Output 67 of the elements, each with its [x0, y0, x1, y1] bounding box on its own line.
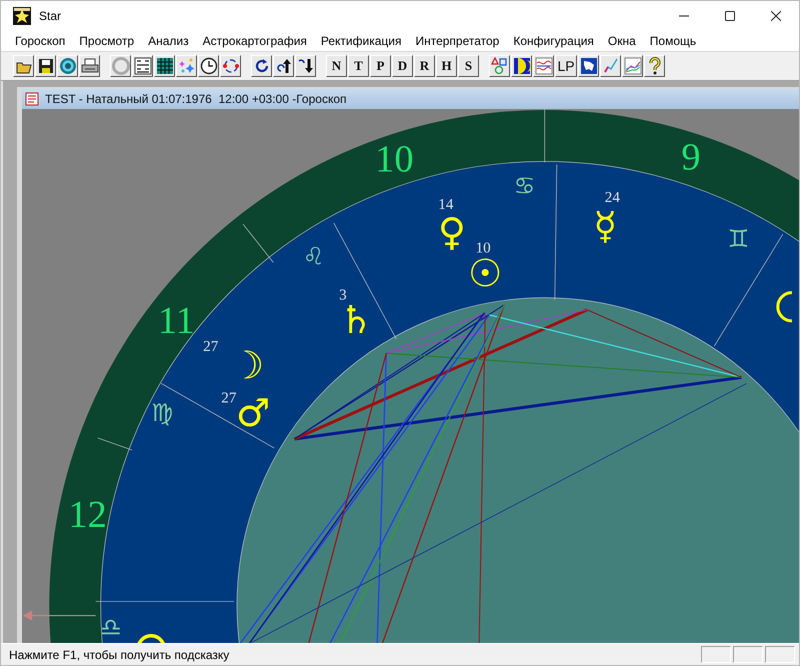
menu-item[interactable]: Ректификация	[314, 34, 408, 48]
planet-glyph: ☿	[594, 204, 618, 250]
status-panel	[733, 646, 763, 663]
document-icon	[25, 92, 39, 106]
status-panel	[701, 646, 731, 663]
half-moon-button[interactable]	[511, 55, 532, 77]
zodiac-sign: ♌	[302, 242, 324, 270]
toolbar-button[interactable]: D	[392, 55, 413, 77]
grid-button[interactable]	[154, 55, 175, 77]
menu-item[interactable]: Помощь	[642, 34, 704, 48]
menu-item[interactable]: Конфигурация	[506, 34, 601, 48]
planet-icon	[136, 634, 166, 643]
folder-button[interactable]	[13, 55, 34, 77]
menu-item[interactable]: Интерпретатор	[408, 34, 506, 48]
planet-glyph: ♀	[438, 210, 466, 256]
toolbar-button[interactable]: S	[458, 55, 479, 77]
menu-item[interactable]: Окна	[600, 34, 643, 48]
menu-item[interactable]: Просмотр	[72, 34, 142, 48]
app-logo-icon	[13, 7, 31, 25]
house-number: 9	[681, 136, 701, 179]
clock-button[interactable]	[198, 55, 219, 77]
menu-item[interactable]: Анализ	[141, 34, 196, 48]
toolbar-button[interactable]: T	[348, 55, 369, 77]
menu-item[interactable]: Гороскоп	[8, 34, 72, 48]
toolbar-button[interactable]: P	[370, 55, 391, 77]
house-number: 11	[158, 300, 195, 342]
planet-glyph: ☽	[230, 343, 264, 388]
close-icon	[771, 11, 781, 21]
status-text: Нажмите F1, чтобы получить подсказку	[9, 648, 230, 662]
toolbar-button[interactable]: LP	[555, 55, 577, 77]
stars-button[interactable]	[176, 55, 197, 77]
toolbar-button[interactable]: N	[326, 55, 347, 77]
target-button[interactable]	[57, 55, 78, 77]
wave-button[interactable]	[533, 55, 554, 77]
planet-glyph: ♂	[236, 390, 270, 436]
disk-button[interactable]	[35, 55, 56, 77]
planet-icon	[776, 291, 792, 322]
printer-button[interactable]	[79, 55, 100, 77]
line-graph-button[interactable]	[622, 55, 643, 77]
disc-button[interactable]	[110, 55, 131, 77]
zodiac-sign: ♋	[514, 172, 536, 200]
house-number: 12	[68, 494, 107, 536]
zodiac-sign: ♎	[100, 614, 122, 642]
down-arrow-button[interactable]	[295, 55, 316, 77]
cycle-button[interactable]	[220, 55, 241, 77]
up-arrow-button[interactable]	[273, 55, 294, 77]
menu-item[interactable]: Астрокартография	[196, 34, 314, 48]
zodiac-sign: ♊	[728, 225, 750, 254]
maximize-icon	[725, 11, 735, 21]
toolbar-button[interactable]: H	[436, 55, 457, 77]
window-title: Star	[39, 9, 62, 23]
map-button[interactable]	[578, 55, 599, 77]
degree-label: 14	[438, 196, 454, 213]
degree-label: 27	[203, 339, 218, 356]
zodiac-sign: ♍	[151, 398, 174, 427]
degree-label: 27	[221, 390, 236, 407]
degree-label: 3	[339, 288, 347, 304]
status-panel	[765, 646, 795, 663]
pen-button[interactable]	[600, 55, 621, 77]
question-mark-button[interactable]	[644, 55, 665, 77]
window-title: TEST - Натальный 01:07:1976 12:00 +03:00 -Гороскоп	[45, 92, 346, 106]
toolbar-button[interactable]: R	[414, 55, 435, 77]
shapes-button[interactable]	[489, 55, 510, 77]
degree-label: 24	[604, 190, 620, 206]
rotate-button[interactable]	[251, 55, 272, 77]
number-grid-button[interactable]	[132, 55, 153, 77]
house-number: 10	[375, 138, 414, 181]
